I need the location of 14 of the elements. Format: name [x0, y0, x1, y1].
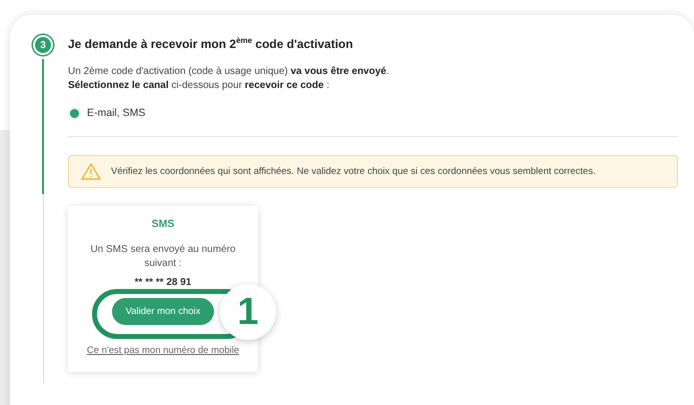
not-my-number-link[interactable]: Ce n'est pas mon numéro de mobile: [86, 345, 240, 356]
warning-icon: [81, 163, 101, 180]
intro-text: Un 2ème code d'activation (code à usage unique) va vous être envoyé.: [68, 65, 390, 79]
radio-button[interactable]: [70, 108, 79, 118]
validate-button[interactable]: Valider mon choix: [112, 298, 214, 325]
step-number: 3: [35, 37, 51, 53]
warning-text: Vérifiez les coordonnées qui sont affichées. Ne validez votre choix que si ces cordonnées vous semblent correctes.: [111, 166, 596, 177]
card-text: Un SMS sera envoyé au numéro suivant :: [90, 243, 236, 271]
masked-number: ** ** ** 28 91: [134, 277, 192, 288]
intro-text: Sélectionnez le canal ci-dessous pour recevoir ce code :: [68, 79, 330, 93]
channel-option[interactable]: E-mail, SMS: [70, 107, 146, 119]
callout-badge: 1: [220, 284, 276, 340]
card-title: SMS: [150, 218, 176, 230]
step-title: Je demande à recevoir mon 2$^{ème}$ code d'activation: [68, 36, 354, 51]
